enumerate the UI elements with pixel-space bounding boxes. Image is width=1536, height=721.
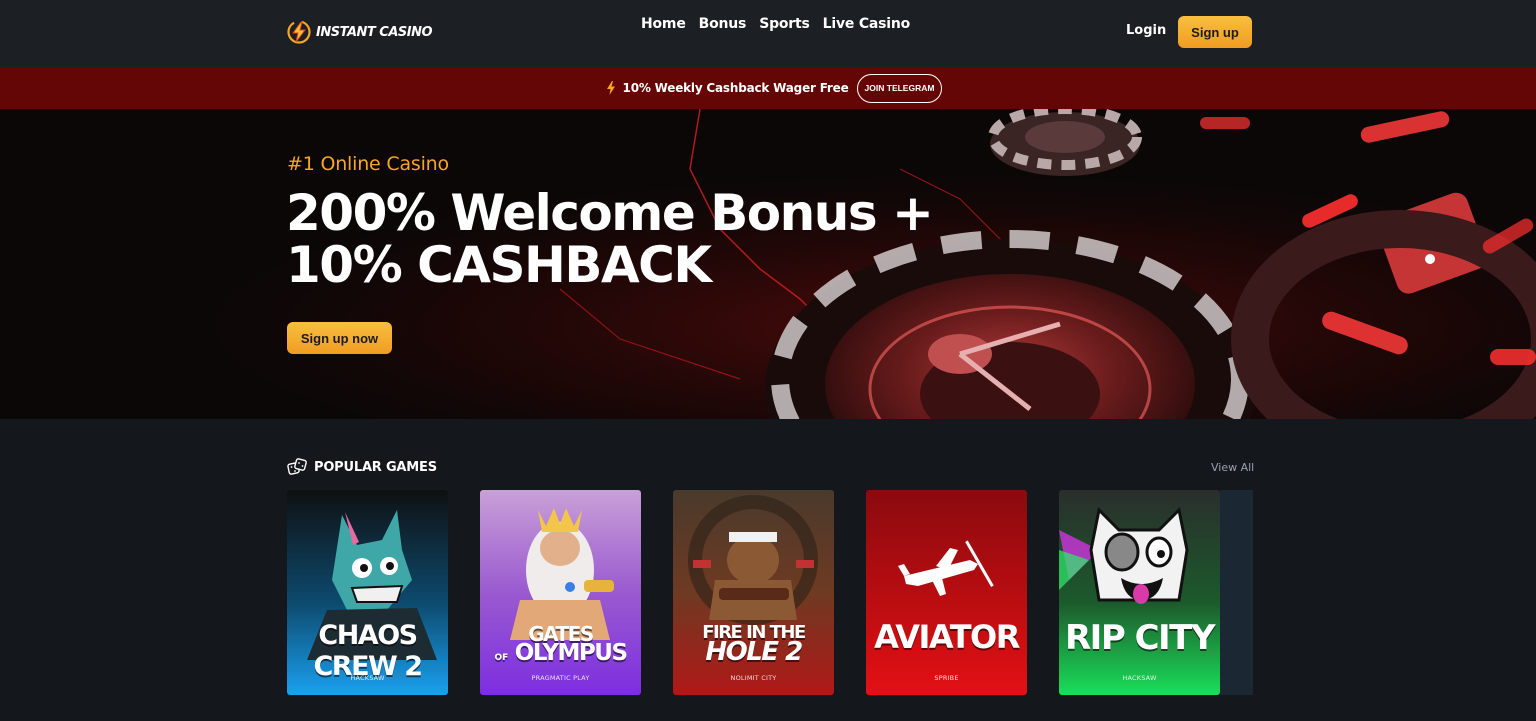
hero-title-line-1: 200% Welcome Bonus + — [286, 184, 934, 242]
hero-title: 200% Welcome Bonus + 10% CASHBACK — [286, 184, 934, 294]
site-logo[interactable]: INSTANT CASINO — [287, 20, 433, 44]
game-provider: NOLIMIT CITY — [730, 674, 777, 682]
popular-games-header: POPULAR GAMES — [287, 457, 437, 477]
logo-text: INSTANT CASINO — [316, 24, 433, 40]
game-title-line-2: OF OLYMPUS — [480, 640, 641, 666]
hero-tagline: #1 Online Casino — [287, 153, 449, 175]
lightning-bolt-logo-icon — [287, 20, 311, 44]
game-thumbnail — [1059, 490, 1220, 695]
game-card-rip-city[interactable]: RIP CITY HACKSAW — [1059, 490, 1220, 695]
site-header: INSTANT CASINO Home Bonus Sports Live Ca… — [0, 0, 1536, 67]
nav-live-casino[interactable]: Live Casino — [823, 16, 911, 32]
game-card-gates-of-olympus[interactable]: GATES OF OLYMPUS PRAGMATIC PLAY — [480, 490, 641, 695]
signup-now-button[interactable]: Sign up now — [287, 322, 392, 354]
game-title: AVIATOR — [874, 618, 1020, 656]
signup-button[interactable]: Sign up — [1178, 16, 1252, 48]
view-all-link[interactable]: View All — [1211, 461, 1254, 474]
join-telegram-button[interactable]: JOIN TELEGRAM — [856, 73, 943, 103]
game-card-fire-in-the-hole-2[interactable]: FIRE IN THE HOLE 2 NOLIMIT CITY — [673, 490, 834, 695]
dice-icon — [287, 458, 307, 475]
main-nav: Home Bonus Sports Live Casino — [641, 16, 910, 32]
next-game-card-peek[interactable] — [1220, 490, 1253, 695]
hero-title-line-2: 10% CASHBACK — [286, 236, 712, 294]
hero-banner: #1 Online Casino 200% Welcome Bonus + 10… — [0, 109, 1536, 419]
login-link[interactable]: Login — [1126, 23, 1166, 38]
game-provider: HACKSAW — [1122, 674, 1157, 682]
game-title: CHAOS CREW 2 — [313, 620, 423, 682]
lightning-bolt-icon — [606, 81, 615, 95]
game-title-olympus: OLYMPUS — [514, 640, 628, 666]
game-thumbnail — [866, 490, 1027, 695]
game-title-line-2: HOLE 2 — [705, 637, 803, 667]
nav-bonus[interactable]: Bonus — [699, 16, 747, 32]
promo-bar: 10% Weekly Cashback Wager Free JOIN TELE… — [0, 67, 1536, 109]
popular-games-title: POPULAR GAMES — [314, 459, 437, 475]
game-card-aviator[interactable]: AVIATOR SPRIBE — [866, 490, 1027, 695]
nav-sports[interactable]: Sports — [759, 16, 810, 32]
game-title-of: OF — [494, 653, 509, 663]
game-provider: PRAGMATIC PLAY — [531, 674, 590, 682]
game-title: RIP CITY — [1064, 618, 1216, 658]
games-carousel: CHAOS CREW 2 HACKSAW GATES OF OLYMPUS PR… — [287, 490, 1253, 695]
nav-home[interactable]: Home — [641, 16, 686, 32]
game-card-chaos-crew-2[interactable]: CHAOS CREW 2 HACKSAW — [287, 490, 448, 695]
promo-text: 10% Weekly Cashback Wager Free — [622, 81, 849, 95]
game-provider: SPRIBE — [934, 674, 959, 682]
game-provider: HACKSAW — [350, 674, 385, 682]
